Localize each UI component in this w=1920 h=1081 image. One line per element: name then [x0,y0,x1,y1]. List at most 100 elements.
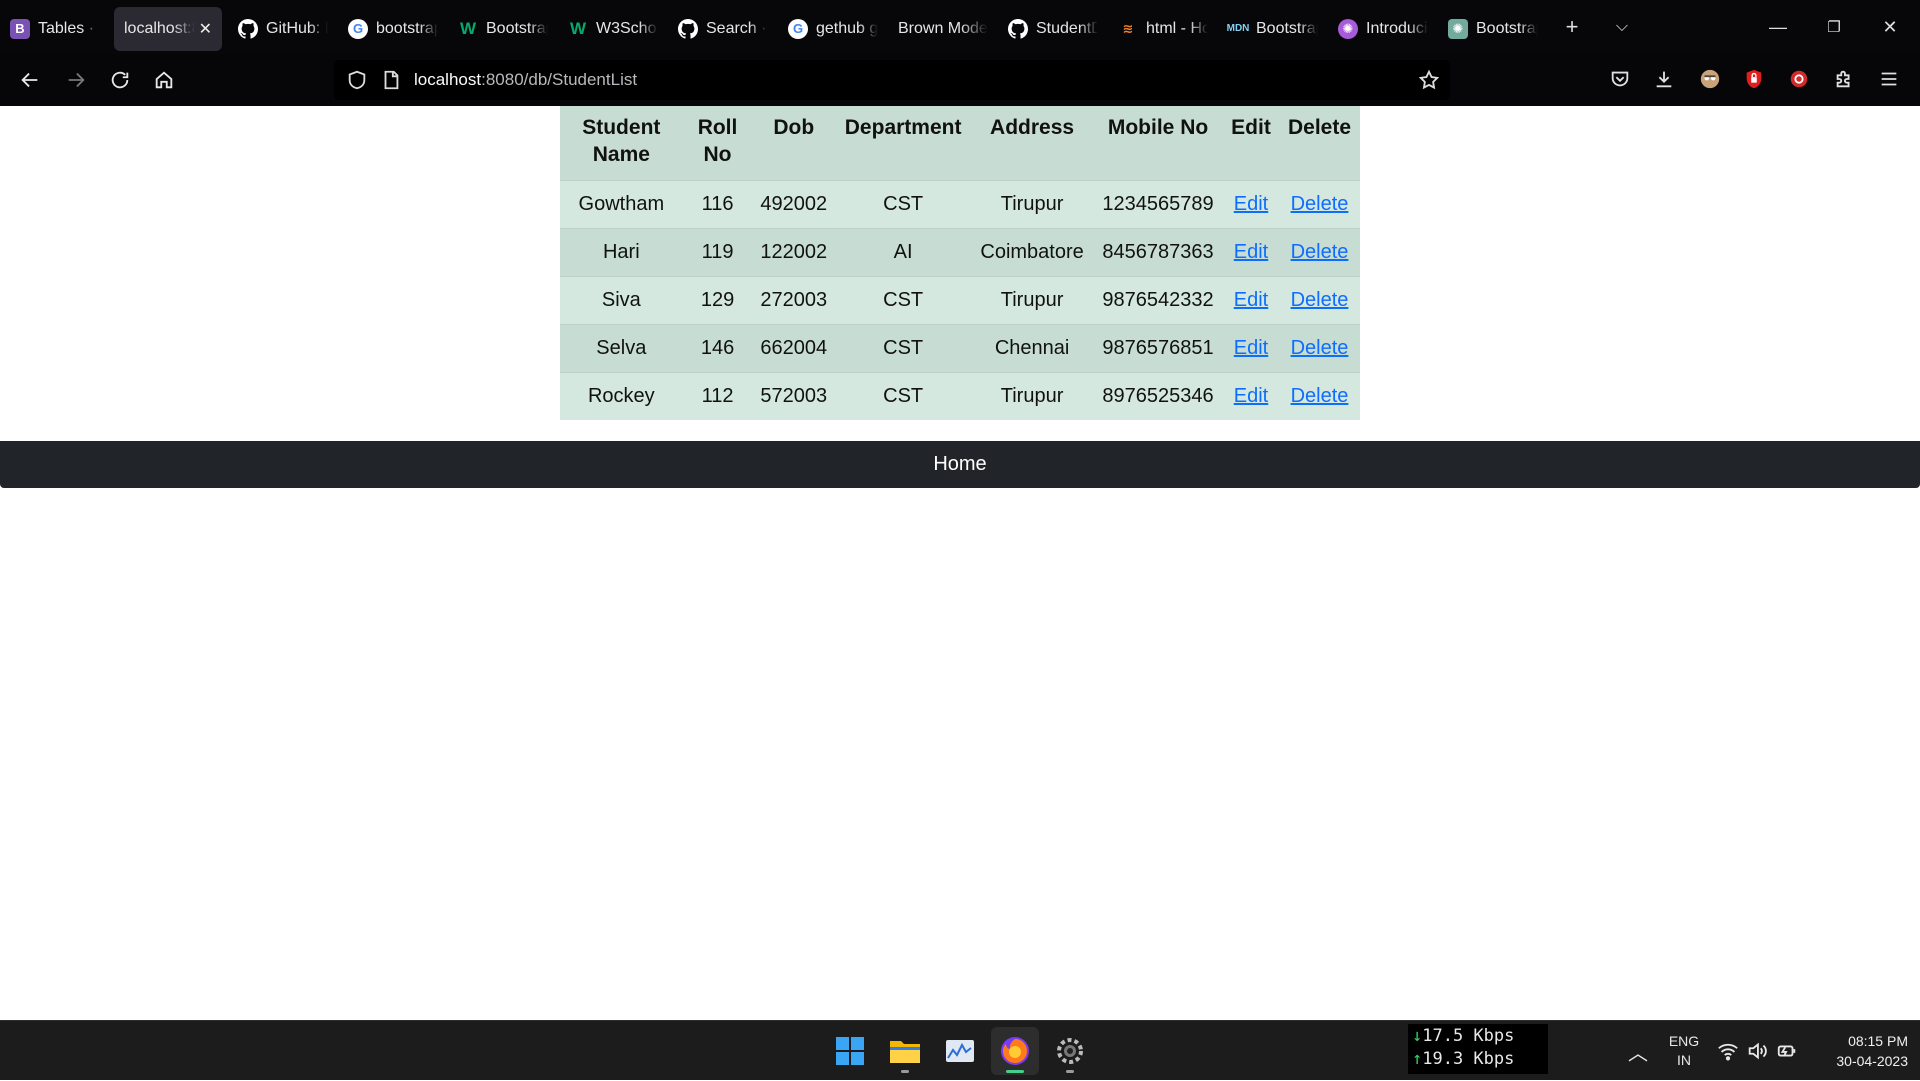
edit-link[interactable]: Edit [1234,385,1268,407]
delete-link[interactable]: Delete [1291,337,1349,359]
tab-w3-2[interactable]: W W3Schoo [558,7,668,51]
pocket-icon[interactable] [1598,57,1642,101]
ublock-icon[interactable] [1732,57,1776,101]
home-icon[interactable] [142,58,186,102]
file-explorer-icon[interactable] [881,1027,929,1075]
delete-link[interactable]: Delete [1291,193,1349,215]
header-dob: Dob [752,106,836,180]
table-row: Siva 129 272003 CST Tirupur 9876542332 E… [560,275,1360,324]
extension-gear-icon[interactable] [1777,57,1821,101]
edit-link[interactable]: Edit [1234,289,1268,311]
tab-localhost[interactable]: localhost:8 ✕ [114,6,222,51]
openai-icon: ✺ [1338,18,1358,39]
list-tabs-icon[interactable]: ⌵ [1602,7,1642,47]
delete-link[interactable]: Delete [1291,289,1349,311]
edit-link[interactable]: Edit [1234,337,1268,359]
chatgpt-icon: ✺ [1448,18,1468,39]
bootstrap-icon: B [10,18,30,39]
url-bar[interactable]: localhost:8080/db/StudentList [334,60,1450,100]
forward-icon[interactable] [54,58,98,102]
tab-mdn[interactable]: MDN Bootstrap [1218,7,1328,51]
tab-google-2[interactable]: G gethub g [778,7,888,51]
cell-dob: 122002 [752,227,836,276]
extensions-puzzle-icon[interactable] [1822,57,1866,101]
delete-link[interactable]: Delete [1291,241,1349,263]
windows-taskbar: ↓17.5 Kbps ↑19.3 Kbps ︿ ENG IN 08:15 PM … [0,1020,1920,1080]
tray-overflow-chevron-icon[interactable]: ︿ [1628,1021,1648,1081]
tab-chatgpt[interactable]: ✺ Bootstrap [1438,7,1548,51]
clock-time: 08:15 PM [1848,1033,1908,1049]
edit-link[interactable]: Edit [1234,193,1268,215]
net-down-speed: 17.5 Kbps [1422,1026,1515,1046]
cell-roll-no: 116 [682,179,753,228]
student-table: Student Name Roll No Dob Department Addr… [560,106,1360,420]
header-mobile-no: Mobile No [1093,106,1223,180]
tab-strip: B Tables · B localhost:8 ✕ GitHub: L G b… [0,0,1920,54]
close-window-icon[interactable]: ✕ [1862,0,1918,54]
cell-address: Chennai [971,323,1094,372]
tab-stackoverflow[interactable]: ≋ html - Ho [1108,7,1218,51]
page-content: Student Name Roll No Dob Department Addr… [0,106,1920,1020]
language-indicator[interactable]: ENG IN [1666,1021,1702,1081]
performance-monitor-icon[interactable] [936,1027,984,1075]
volume-icon[interactable] [1746,1021,1768,1081]
cell-edit: Edit [1223,179,1279,228]
tab-google-1[interactable]: G bootstrap [338,7,448,51]
minimize-icon[interactable]: — [1750,0,1806,54]
table-row: Rockey 112 572003 CST Tirupur 8976525346… [560,371,1360,420]
tab-label: bootstrap [376,19,438,37]
reload-icon[interactable] [98,58,142,102]
cell-dob: 572003 [752,371,836,420]
cell-address: Tirupur [971,371,1094,420]
shield-icon[interactable] [346,69,368,91]
cell-address: Tirupur [971,275,1094,324]
tab-label: StudentD [1036,19,1098,37]
system-clock[interactable]: 08:15 PM 30-04-2023 [1808,1031,1908,1071]
windows-start-icon[interactable] [826,1027,874,1075]
settings-gear-icon[interactable] [1046,1027,1094,1075]
tab-tables[interactable]: B Tables · B [0,7,110,51]
tab-label: Introducin [1366,19,1428,37]
cell-roll-no: 129 [682,275,753,324]
tab-brown[interactable]: Brown Mode [888,7,998,51]
tab-label: Brown Mode [898,19,988,37]
table-row: Hari 119 122002 AI Coimbatore 8456787363… [560,227,1360,276]
tab-github-2[interactable]: Search · l [668,7,778,51]
page-info-icon[interactable] [380,69,402,91]
url-path: :8080/db/StudentList [481,70,638,89]
account-avatar-icon[interactable] [1688,57,1732,101]
tab-label: gethub g [816,19,878,37]
firefox-icon[interactable] [991,1027,1039,1075]
battery-charging-icon[interactable] [1776,1021,1798,1081]
tab-w3-1[interactable]: W Bootstrap [448,7,558,51]
cell-delete: Delete [1278,323,1360,372]
restore-icon[interactable]: ❐ [1806,0,1862,54]
cell-dob: 492002 [752,179,836,228]
cell-edit: Edit [1223,275,1279,324]
cell-edit: Edit [1223,371,1279,420]
cell-delete: Delete [1278,179,1360,228]
edit-link[interactable]: Edit [1234,241,1268,263]
close-tab-icon[interactable]: ✕ [199,19,212,39]
cell-student-name: Selva [560,323,683,372]
cell-mobile-no: 8456787363 [1093,227,1223,276]
upload-arrow-icon: ↑ [1412,1049,1423,1069]
downloads-icon[interactable] [1642,57,1686,101]
cell-student-name: Rockey [560,371,683,420]
back-icon[interactable] [8,58,52,102]
home-nav-bar: Home [0,441,1920,488]
bookmark-star-icon[interactable] [1418,69,1440,91]
menu-hamburger-icon[interactable] [1867,57,1911,101]
delete-link[interactable]: Delete [1291,385,1349,407]
lang-top: ENG [1668,1033,1700,1049]
tab-github-1[interactable]: GitHub: L [228,7,338,51]
home-link[interactable]: Home [933,453,986,476]
tab-openai[interactable]: ✺ Introducin [1328,7,1438,51]
new-tab-icon[interactable]: + [1552,7,1592,47]
github-icon [1008,18,1028,39]
tab-github-3[interactable]: StudentD [998,7,1108,51]
cell-edit: Edit [1223,323,1279,372]
wifi-icon[interactable] [1717,1021,1739,1081]
mdn-icon: MDN [1226,23,1250,34]
cell-mobile-no: 9876542332 [1093,275,1223,324]
